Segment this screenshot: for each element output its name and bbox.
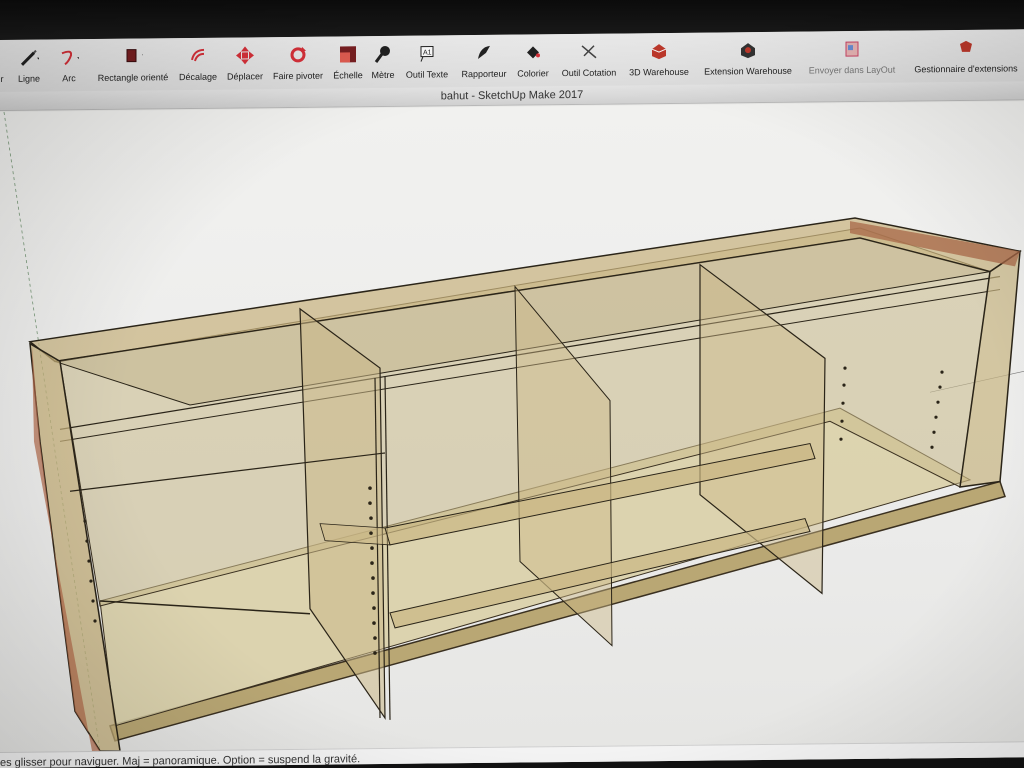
pencil-icon <box>19 48 39 68</box>
cabinet-model <box>3 111 1024 752</box>
text-tool-icon: A1 <box>417 43 437 63</box>
tape-measure-icon <box>373 44 393 64</box>
sketchup-window: r Ligne Arc Rectangle orienté Décalage D… <box>0 29 1024 768</box>
offset-icon <box>188 46 208 66</box>
tool-tape-measure[interactable]: Mètre <box>368 44 398 88</box>
tool-3d-warehouse[interactable]: 3D Warehouse <box>624 41 694 86</box>
tool-rotate[interactable]: Faire pivoter <box>270 45 326 90</box>
extension-manager-icon <box>956 38 976 58</box>
rotated-rectangle-icon <box>123 47 143 67</box>
rotate-icon <box>288 45 308 65</box>
tool-rotated-rectangle[interactable]: Rectangle orienté <box>94 46 172 91</box>
protractor-icon <box>474 43 494 63</box>
arc-icon <box>59 47 79 67</box>
extension-warehouse-icon <box>738 40 758 60</box>
tool-send-to-layout[interactable]: Envoyer dans LayOut <box>800 39 904 84</box>
tool-move[interactable]: Déplacer <box>222 45 268 89</box>
tool-offset[interactable]: Décalage <box>176 46 220 90</box>
tool-line[interactable]: Ligne <box>14 48 44 92</box>
tool-text[interactable]: A1 Outil Texte <box>402 43 452 88</box>
layout-icon <box>842 39 862 59</box>
tool-scale[interactable]: Échelle <box>330 44 366 88</box>
tool-arc[interactable]: Arc <box>54 47 84 91</box>
tool-extension-warehouse[interactable]: Extension Warehouse <box>696 40 800 85</box>
tool-dimension[interactable]: Outil Cotation <box>556 41 622 86</box>
move-icon <box>235 45 255 65</box>
scale-icon <box>338 44 358 64</box>
tool-select[interactable]: r <box>0 48 8 92</box>
3d-warehouse-icon <box>649 41 669 61</box>
dimension-icon <box>579 42 599 62</box>
tool-extension-manager[interactable]: Gestionnaire d'extensions <box>904 37 1024 82</box>
tool-paint[interactable]: Colorier <box>514 42 552 86</box>
tool-protractor[interactable]: Rapporteur <box>456 43 512 88</box>
3d-viewport[interactable] <box>0 101 1024 752</box>
paint-bucket-icon <box>523 42 543 62</box>
select-arrow-icon <box>0 48 12 68</box>
svg-text:A1: A1 <box>423 49 432 56</box>
